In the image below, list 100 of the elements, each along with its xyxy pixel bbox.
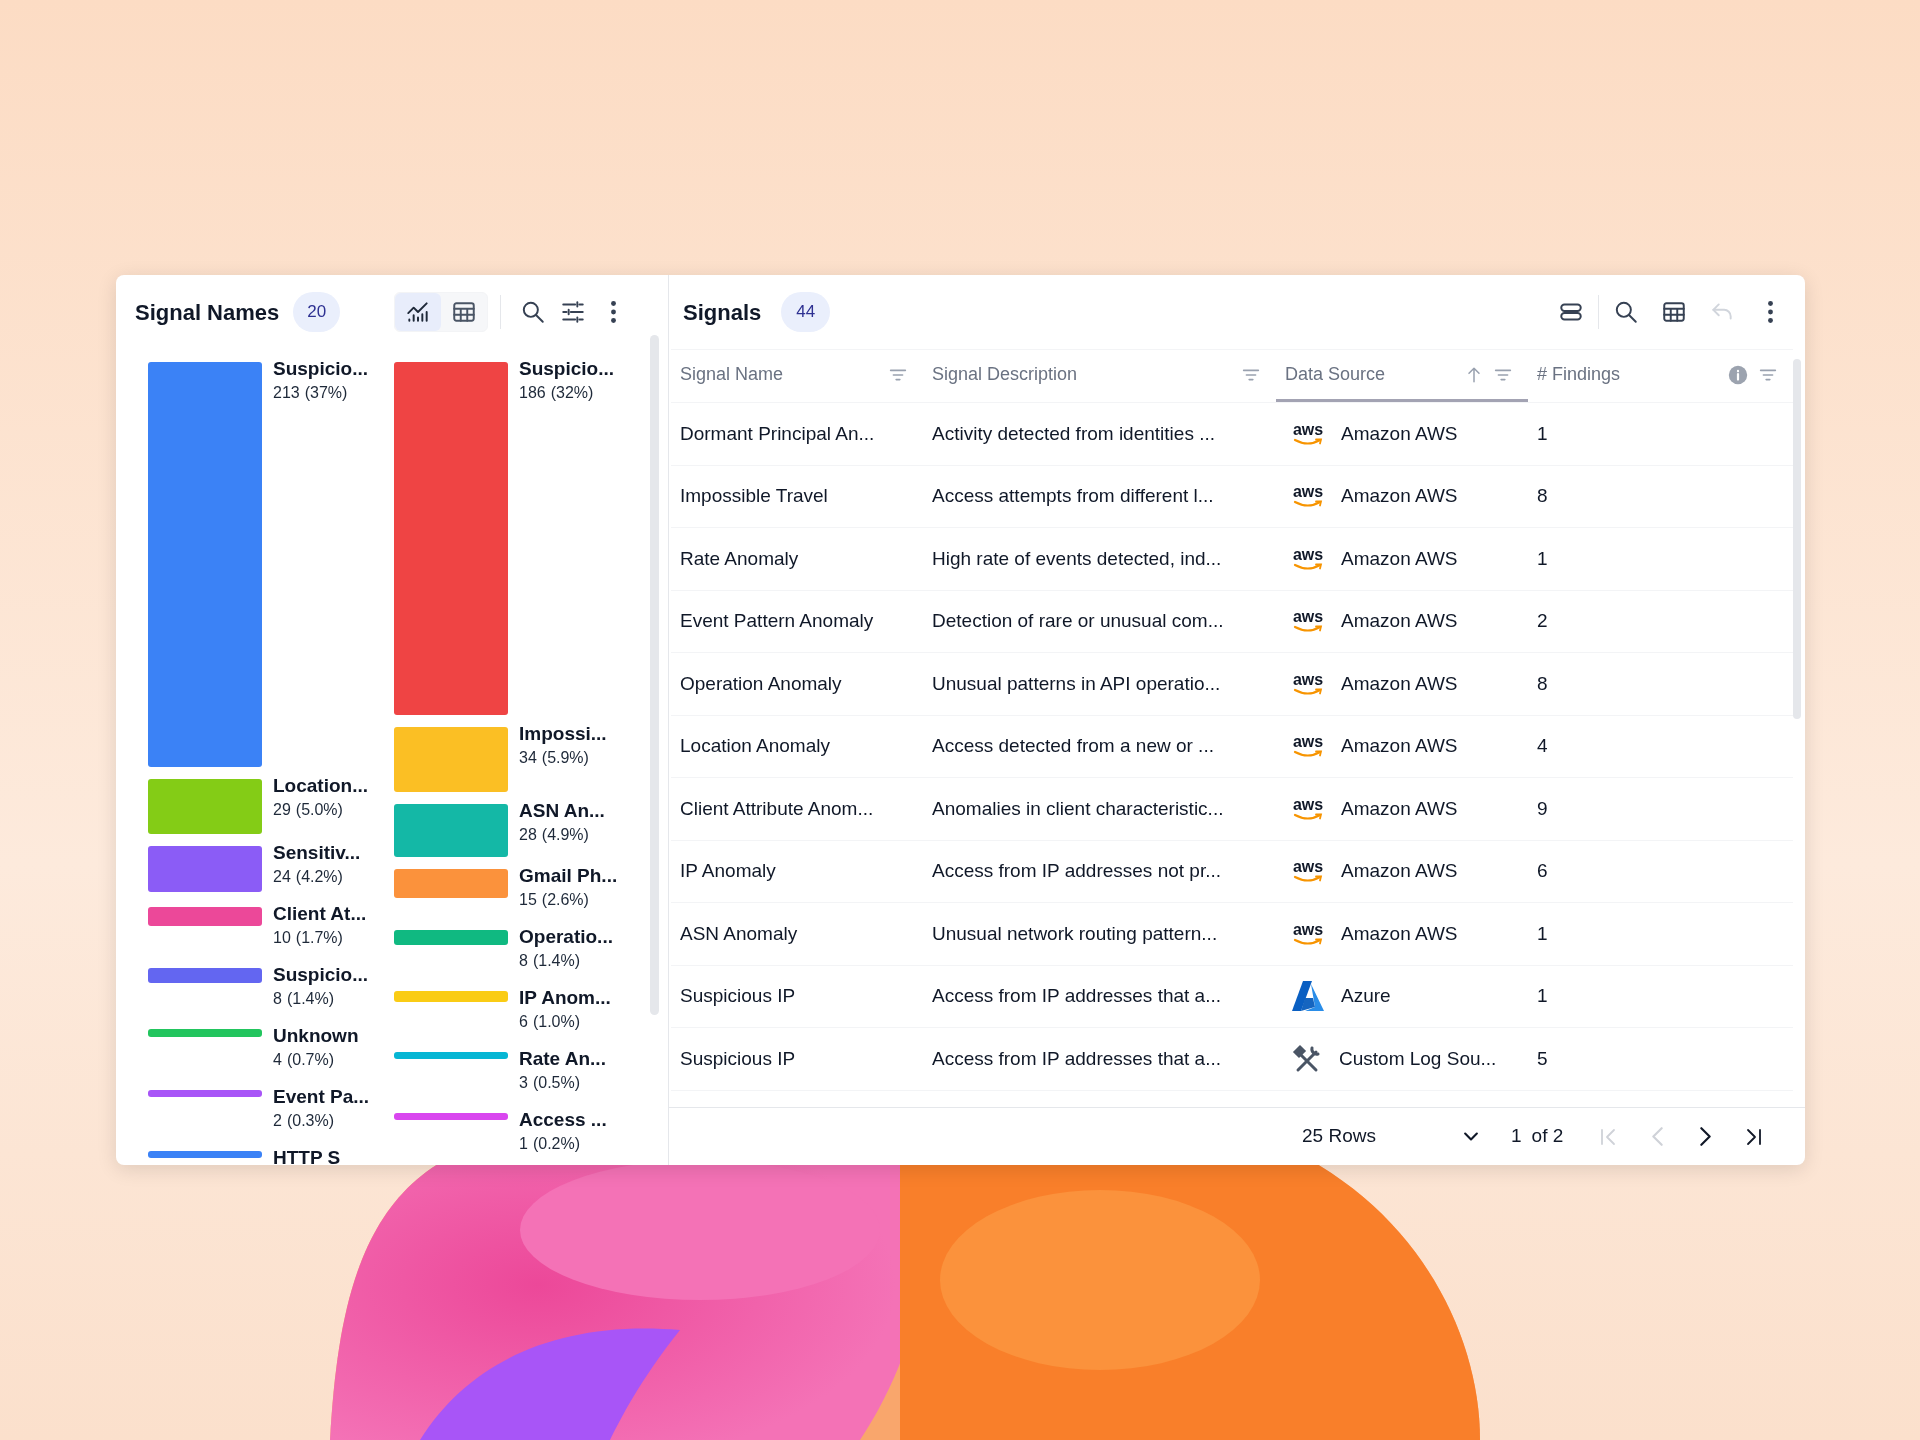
scrollbar[interactable] (1793, 359, 1801, 719)
column-header[interactable]: Data Source (1276, 350, 1528, 402)
table-icon (1661, 299, 1687, 325)
table-cell-text: Suspicious IP (679, 984, 797, 1008)
category-label: IP Anom... (519, 986, 611, 1010)
count-badge: 20 (293, 292, 341, 332)
table-cell-text: Impossible Travel (679, 484, 829, 508)
table-cell-text: Activity detected from identities ... (931, 421, 1216, 446)
table-cell-text: 2 (1536, 609, 1549, 633)
table-cell-text: 4 (1536, 734, 1549, 758)
column-header[interactable]: Signal Description (923, 350, 1276, 402)
logo: aws (1291, 921, 1325, 946)
sliders-icon (560, 299, 587, 325)
table-cell-text: Unusual patterns in API operatio... (931, 671, 1222, 696)
column-header[interactable]: # Findings (1528, 350, 1793, 402)
panel-title: Signal Names (135, 298, 280, 327)
bar[interactable] (148, 1151, 262, 1158)
bar[interactable] (394, 362, 508, 715)
table-cell-text: Amazon AWS (1341, 796, 1458, 821)
category-label: Event Pa... (273, 1085, 370, 1109)
table-cell-text: 6 (1536, 859, 1549, 883)
table-cell-text: Amazon AWS (1341, 421, 1458, 446)
table-cell-text: IP Anomaly (679, 859, 777, 883)
page-total: of 2 (1531, 1124, 1564, 1149)
logo: aws (1291, 859, 1325, 884)
table-cell-text: Access detected from a new or ... (931, 734, 1215, 758)
table-cell-text: Amazon AWS (1341, 671, 1458, 696)
more-icon (610, 301, 616, 323)
search-icon (520, 299, 547, 325)
share-label: (1.4%) (286, 988, 335, 1009)
table-cell-text: Anomalies in client characteristic... (931, 796, 1225, 821)
table-cell-text: Amazon AWS (1341, 859, 1458, 883)
logo: aws (1291, 546, 1325, 571)
chart-view-button[interactable] (395, 293, 442, 331)
count-badge: 44 (781, 292, 831, 332)
bar[interactable] (148, 968, 262, 983)
bar[interactable] (394, 804, 508, 857)
scrollbar[interactable] (650, 335, 659, 1015)
category-label: Suspicio... (273, 963, 369, 987)
share-label: (1.0%) (532, 1011, 581, 1032)
table-cell-text: Custom Log Sou... (1339, 1046, 1497, 1071)
share-label: (4.9%) (541, 824, 589, 845)
bar[interactable] (148, 779, 262, 834)
chevron-down-icon (1464, 1132, 1478, 1141)
share-label: (5.9%) (541, 747, 589, 768)
bar[interactable] (394, 930, 508, 945)
table-cell-text: Access attempts from different l... (931, 484, 1215, 508)
share-label: (0.3%) (286, 1110, 335, 1131)
bar[interactable] (394, 869, 508, 898)
logo: aws (1291, 421, 1325, 446)
share-label: (1.7%) (295, 927, 343, 948)
bar[interactable] (148, 1029, 262, 1037)
table-icon (451, 299, 478, 325)
bar[interactable] (148, 1090, 262, 1097)
category-label: Client At... (273, 902, 367, 926)
table-cell-text: Location Anomaly (679, 734, 831, 758)
share-label: (0.5%) (532, 1072, 581, 1093)
column-label: Signal Description (932, 363, 1078, 386)
logo: aws (1291, 796, 1325, 821)
bar[interactable] (394, 1052, 508, 1059)
count-label: 28 (519, 824, 537, 845)
category-label: HTTP S (273, 1146, 341, 1165)
bar[interactable] (394, 727, 508, 792)
logo: aws (1291, 609, 1325, 634)
count-label: 6 (519, 1011, 528, 1032)
category-label: Suspicio... (273, 357, 369, 381)
logo-icon (1291, 980, 1325, 1013)
share-label: (0.7%) (286, 1049, 335, 1070)
share-label: (32%) (550, 382, 594, 403)
table-cell-text: 1 (1536, 921, 1549, 946)
count-label: 10 (273, 927, 291, 948)
share-label: (4.2%) (295, 866, 343, 887)
count-label: 8 (273, 988, 282, 1009)
column-header[interactable]: Signal Name (671, 350, 923, 402)
bar[interactable] (394, 991, 508, 1002)
table-cell-text: 1 (1536, 546, 1549, 571)
table-cell-text: High rate of events detected, ind... (931, 546, 1223, 571)
column-label: # Findings (1537, 363, 1621, 386)
bar[interactable] (394, 1113, 508, 1120)
chevron-left-icon (1651, 1127, 1663, 1146)
panel-title: Signals (683, 298, 762, 327)
count-label: 213 (273, 382, 300, 403)
table-cell-text: Operation Anomaly (679, 671, 843, 696)
count-label: 3 (519, 1072, 528, 1093)
count-label: 2 (273, 1110, 282, 1131)
table-cell-text: Azure (1341, 984, 1391, 1008)
rows-per-page-select[interactable]: 25 Rows (1302, 1116, 1482, 1157)
category-label: Suspicio... (519, 357, 615, 381)
bar[interactable] (148, 907, 262, 926)
column-label: Data Source (1285, 363, 1386, 386)
count-label: 15 (519, 889, 537, 910)
count-label: 186 (519, 382, 546, 403)
bar[interactable] (148, 846, 262, 892)
count-label: 1 (519, 1133, 528, 1154)
bar[interactable] (148, 362, 262, 767)
count-label: 24 (273, 866, 291, 887)
info-icon (1727, 363, 1749, 386)
table-cell-text: Access from IP addresses that a... (931, 1046, 1222, 1071)
table-cell-text: Unusual network routing pattern... (931, 921, 1219, 946)
category-label: Gmail Ph... (519, 864, 618, 888)
